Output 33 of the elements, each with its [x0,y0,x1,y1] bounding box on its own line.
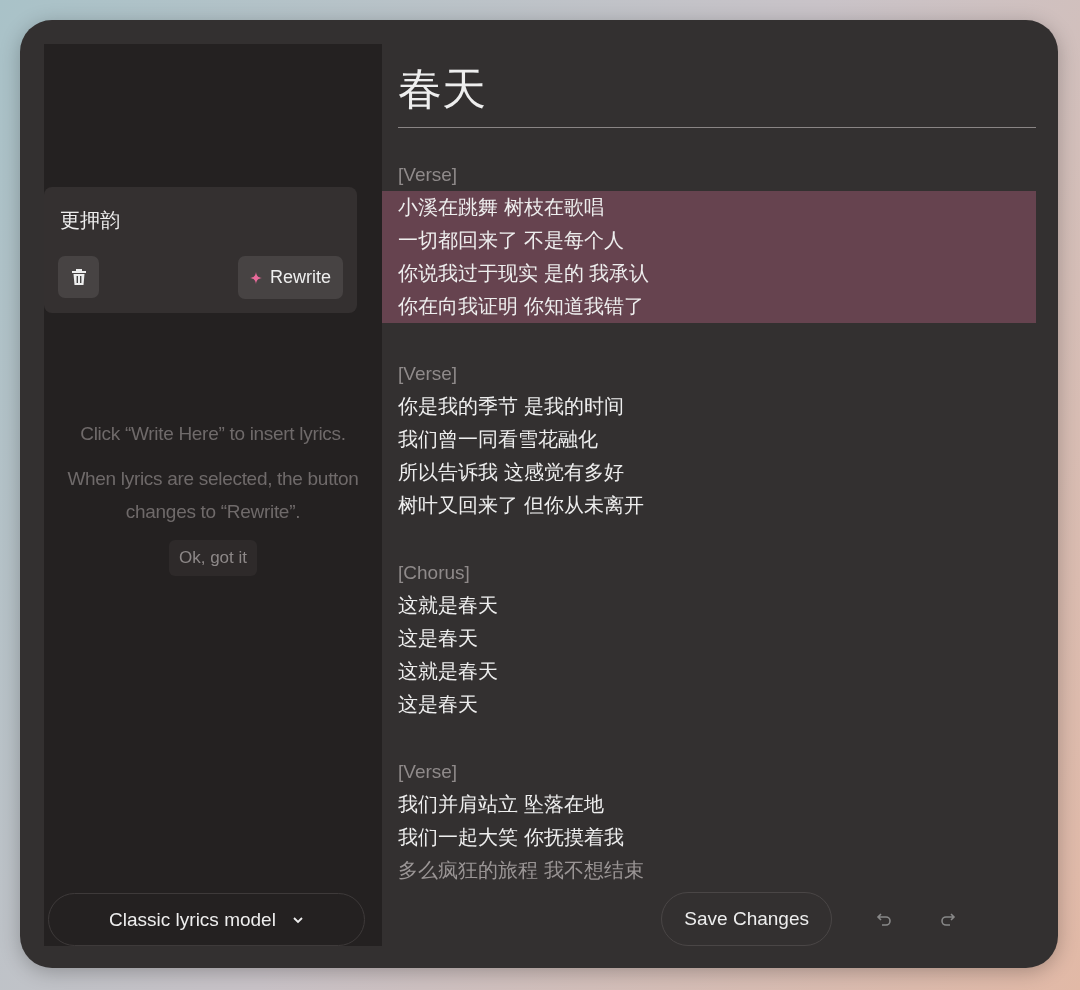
lyric-line[interactable]: 树叶又回来了 但你从未离开 [398,489,1036,522]
model-dropdown[interactable]: Classic lyrics model [48,893,365,946]
section-label: [Verse] [398,760,459,784]
section-label: [Verse] [398,163,459,187]
redo-icon[interactable] [940,912,956,926]
lyric-line[interactable]: 这是春天 [398,688,1036,721]
lyric-line[interactable]: 多么疯狂的旅程 我不想结束 [398,854,1036,886]
lyric-line[interactable]: 这就是春天 [398,589,1036,622]
lyric-line[interactable]: 我们一起大笑 你抚摸着我 [398,821,1036,854]
trash-icon [70,268,87,286]
sparkle-icon [250,271,262,284]
song-title: 春天 [398,60,1036,128]
section-label: [Verse] [398,362,459,386]
save-button[interactable]: Save Changes [661,892,832,946]
lyric-line[interactable]: 这就是春天 [398,655,1036,688]
lyric-line[interactable]: 小溪在跳舞 树枝在歌唱 [398,191,1036,224]
undo-icon[interactable] [876,912,892,926]
lyric-line[interactable]: 你在向我证明 你知道我错了 [398,290,1036,323]
section-label: [Chorus] [398,561,471,585]
delete-button[interactable] [58,256,99,298]
lyric-line[interactable]: 一切都回来了 不是每个人 [398,224,1036,257]
dismiss-button[interactable]: Ok, got it [169,540,257,576]
lyric-line[interactable]: 你是我的季节 是我的时间 [398,390,1036,423]
lyric-line[interactable]: 我们曾一同看雪花融化 [398,423,1036,456]
lyric-line[interactable]: 所以告诉我 这感觉有多好 [398,456,1036,489]
prompt-text: 更押韵 [60,208,121,233]
hint-text: Click “Write Here” to insert lyrics. [79,422,347,446]
lyric-line[interactable]: 你说我过于现实 是的 我承认 [398,257,1036,290]
rewrite-button[interactable]: Rewrite [238,256,343,299]
lyric-line[interactable]: 我们并肩站立 坠落在地 [398,788,1036,821]
lyric-line[interactable]: 这是春天 [398,622,1036,655]
hint-text: When lyrics are selected, the button changes to “Rewrite”. [66,467,360,524]
chevron-down-icon [291,915,304,924]
